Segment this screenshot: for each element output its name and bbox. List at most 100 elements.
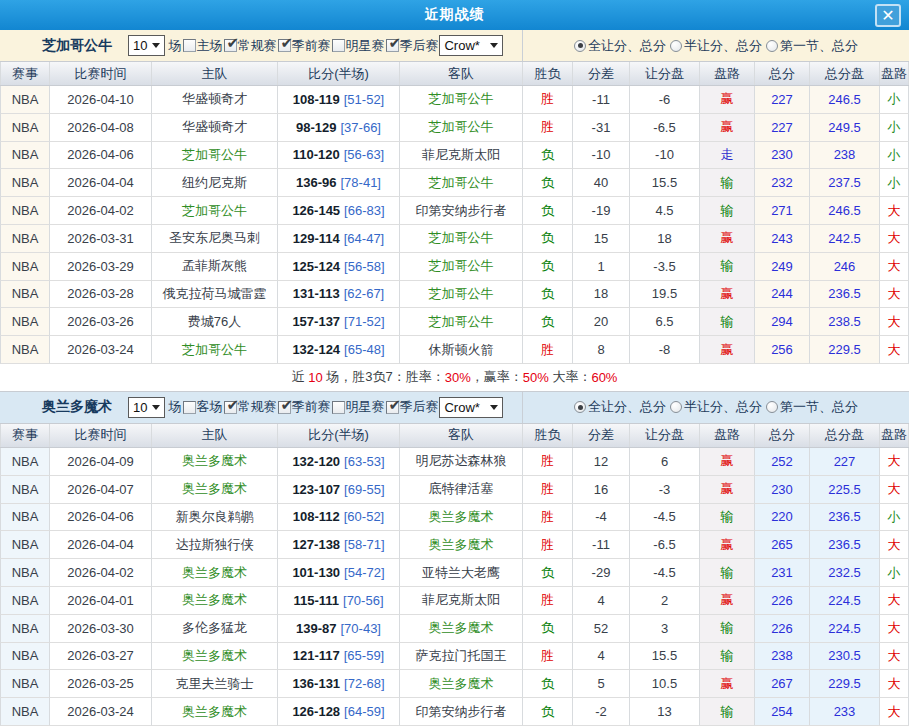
total-cell: 244 [755, 281, 810, 309]
handicap-result-cell: 输 [700, 643, 755, 671]
league-cell: NBA [0, 448, 50, 476]
ou-result-cell: 小 [880, 86, 909, 114]
radio-button[interactable] [766, 401, 778, 413]
date-cell: 2026-03-31 [50, 225, 152, 253]
total-line-cell: 229.5 [810, 336, 880, 364]
total-cell: 294 [755, 308, 810, 336]
radio-group: 全让分、总分半让分、总分第一节、总分 [523, 30, 909, 61]
ou-result-cell: 大 [880, 531, 909, 559]
total-cell: 227 [755, 114, 810, 142]
score-cell: 115-111[70-56] [278, 587, 400, 615]
score-cell: 126-145[66-83] [278, 197, 400, 225]
away-team-cell: 萨克拉门托国王 [400, 643, 523, 671]
radio-option[interactable]: 第一节、总分 [766, 37, 858, 55]
home-team-cell: 华盛顿奇才 [152, 114, 278, 142]
handicap-line-cell: -3.5 [630, 253, 700, 281]
column-header: 胜负 [523, 62, 573, 85]
filter-checkbox[interactable] [332, 39, 345, 52]
radio-button[interactable] [574, 401, 586, 413]
filter-label: 客场 [196, 398, 222, 416]
radio-button[interactable] [574, 40, 586, 52]
ou-result-cell: 大 [880, 336, 909, 364]
handicap-result-cell: 输 [700, 253, 755, 281]
diff-cell: -11 [573, 86, 630, 114]
filter-checkbox[interactable] [278, 39, 291, 52]
table-row: NBA2026-03-27奥兰多魔术121-117[65-59]萨克拉门托国王胜… [0, 643, 909, 671]
column-header: 盘路 [700, 62, 755, 85]
home-team-cell: 芝加哥公牛 [152, 336, 278, 364]
half-score: [54-72] [344, 565, 384, 580]
ou-result-cell: 大 [880, 253, 909, 281]
home-team-cell: 奥兰多魔术 [152, 587, 278, 615]
final-score: 132-124 [292, 342, 340, 357]
home-team-cell: 克里夫兰骑士 [152, 670, 278, 698]
games-label: 场 [168, 398, 181, 416]
league-cell: NBA [0, 142, 50, 170]
total-line-cell: 246 [810, 253, 880, 281]
radio-button[interactable] [766, 40, 778, 52]
radio-label: 第一节、总分 [780, 37, 858, 55]
away-team-cell: 菲尼克斯太阳 [400, 142, 523, 170]
handicap-line-cell: -8 [630, 336, 700, 364]
total-line-cell: 238 [810, 142, 880, 170]
total-line-cell: 227 [810, 448, 880, 476]
radio-option[interactable]: 第一节、总分 [766, 398, 858, 416]
radio-button[interactable] [670, 401, 682, 413]
date-cell: 2026-04-06 [50, 504, 152, 532]
column-header: 比赛时间 [50, 424, 152, 447]
score-cell: 108-112[60-52] [278, 504, 400, 532]
filter-checkbox[interactable] [183, 39, 196, 52]
filter-checkbox[interactable] [386, 401, 399, 414]
dropdown-arrow-icon [152, 405, 160, 410]
total-line-cell: 232.5 [810, 559, 880, 587]
diff-cell: 4 [573, 587, 630, 615]
radio-option[interactable]: 全让分、总分 [574, 398, 666, 416]
filter-checkbox[interactable] [224, 39, 237, 52]
league-cell: NBA [0, 476, 50, 504]
company-select[interactable]: Crow* [439, 35, 503, 56]
column-header: 比赛时间 [50, 62, 152, 85]
summary-text: 大率： [549, 368, 592, 386]
filter-checkbox[interactable] [224, 401, 237, 414]
games-count-select[interactable]: 10 [128, 35, 165, 56]
close-button[interactable]: ✕ [875, 4, 901, 27]
date-cell: 2026-03-30 [50, 615, 152, 643]
final-score: 131-113 [293, 286, 340, 301]
handicap-result-cell: 输 [700, 197, 755, 225]
date-cell: 2026-04-09 [50, 448, 152, 476]
home-team-cell: 奥兰多魔术 [152, 643, 278, 671]
table-row: NBA2026-03-26费城76人157-137[71-52]芝加哥公牛负20… [0, 308, 909, 336]
radio-button[interactable] [670, 40, 682, 52]
total-line-cell: 249.5 [810, 114, 880, 142]
ou-result-cell: 大 [880, 197, 909, 225]
radio-label: 半让分、总分 [684, 398, 762, 416]
radio-option[interactable]: 半让分、总分 [670, 37, 762, 55]
handicap-result-cell: 输 [700, 698, 755, 726]
handicap-result-cell: 输 [700, 504, 755, 532]
radio-option[interactable]: 半让分、总分 [670, 398, 762, 416]
filter-checkbox[interactable] [278, 401, 291, 414]
games-label: 场 [168, 37, 181, 55]
filter-checkbox[interactable] [386, 39, 399, 52]
final-score: 123-107 [292, 482, 340, 497]
filter-checkbox[interactable] [332, 401, 345, 414]
diff-cell: 15 [573, 225, 630, 253]
half-score: [51-52] [344, 92, 384, 107]
half-score: [56-63] [344, 147, 384, 162]
radio-option[interactable]: 全让分、总分 [574, 37, 666, 55]
filter-checkbox[interactable] [183, 401, 196, 414]
home-team-cell: 费城76人 [152, 308, 278, 336]
score-cell: 110-120[56-63] [278, 142, 400, 170]
total-cell: 256 [755, 336, 810, 364]
company-select[interactable]: Crow* [439, 397, 503, 418]
diff-cell: -11 [573, 531, 630, 559]
radio-label: 全让分、总分 [588, 398, 666, 416]
handicap-line-cell: 4.5 [630, 197, 700, 225]
handicap-line-cell: 6.5 [630, 308, 700, 336]
games-count-select[interactable]: 10 [128, 397, 165, 418]
half-score: [64-47] [344, 231, 384, 246]
column-header: 主队 [152, 62, 278, 85]
date-cell: 2026-04-02 [50, 559, 152, 587]
result-cell: 负 [523, 670, 573, 698]
league-cell: NBA [0, 197, 50, 225]
